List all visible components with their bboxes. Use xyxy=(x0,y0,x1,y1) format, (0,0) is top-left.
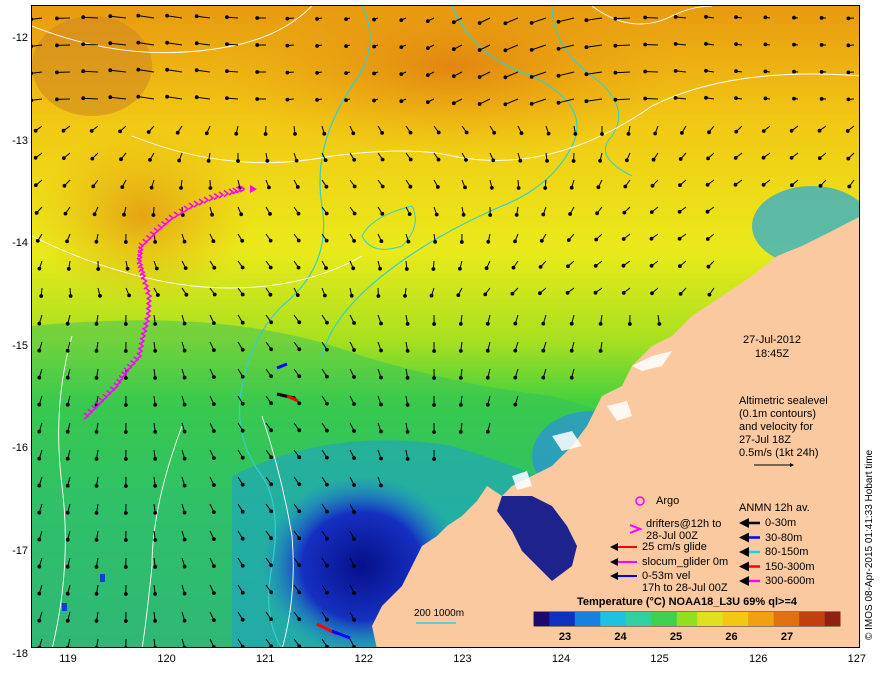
lat-tick-label: -16 xyxy=(12,442,28,455)
anmn-title: ANMN 12h av. xyxy=(739,502,810,514)
time-label: 18:45Z xyxy=(754,348,790,360)
altimetry-line-5: 0.5m/s (1kt 24h) xyxy=(739,447,819,459)
argo-label: Argo xyxy=(656,495,680,507)
colorbar-tick-label: 23 xyxy=(558,631,572,643)
lon-tick-label: 125 xyxy=(650,653,669,665)
credit-text: © IMOS 08-Apr-2015 01:41:33 Hobart time xyxy=(864,449,875,640)
lon-tick-label: 124 xyxy=(551,653,571,665)
lon-tick-label: 122 xyxy=(354,653,373,665)
colorbar-tick-label: 25 xyxy=(669,631,683,643)
anmn-depth-4: 150-300m xyxy=(765,561,815,573)
lat-tick-label: -18 xyxy=(12,647,28,660)
lon-tick-label: 126 xyxy=(749,653,768,665)
temperature-colorbar xyxy=(534,612,841,626)
lon-tick-label: 119 xyxy=(59,653,77,665)
altimetry-line-4: 27-Jul 18Z xyxy=(739,434,791,446)
altimetry-line-2: (0.1m contours) xyxy=(739,408,817,420)
sst-field xyxy=(32,6,859,647)
sst-map: 27-Jul-2012 18:45Z Altimetric sealevel (… xyxy=(31,5,860,648)
vel-label-2: 17h to 28-Jul 00Z xyxy=(642,582,728,594)
lon-tick-label: 123 xyxy=(453,653,472,665)
lon-tick-label: 121 xyxy=(256,653,275,665)
colorbar-tick-label: 27 xyxy=(780,631,794,643)
lat-tick-label: -14 xyxy=(12,237,28,250)
anmn-depth-1: 0-30m xyxy=(765,517,797,529)
lat-tick-label: -12 xyxy=(12,32,28,44)
anmn-depth-5: 300-600m xyxy=(765,575,815,587)
anmn-depth-3: 80-150m xyxy=(765,546,809,558)
date-label: 27-Jul-2012 xyxy=(742,334,802,346)
altimetry-line-3: and velocity for xyxy=(739,421,813,433)
altimetry-line-1: Altimetric sealevel xyxy=(739,395,828,407)
lat-tick-label: -15 xyxy=(12,339,28,352)
colorbar-title: Temperature (°C) NOAA18_L3U 69% ql>=4 xyxy=(577,596,797,608)
lat-tick-label: -17 xyxy=(12,545,28,557)
lat-tick-label: -13 xyxy=(12,134,28,147)
glider-label-1: 25 cm/s glide xyxy=(642,541,707,553)
lon-tick-label: 127 xyxy=(847,653,866,665)
glider-label-2: slocum_glider 0m xyxy=(642,556,729,568)
colorbar-tick-label: 26 xyxy=(725,631,738,643)
colorbar-tick-label: 24 xyxy=(614,631,627,643)
anmn-depth-2: 30-80m xyxy=(765,532,803,544)
lon-tick-label: 120 xyxy=(157,653,176,665)
bathy-legend-label: 200 1000m xyxy=(414,608,465,619)
